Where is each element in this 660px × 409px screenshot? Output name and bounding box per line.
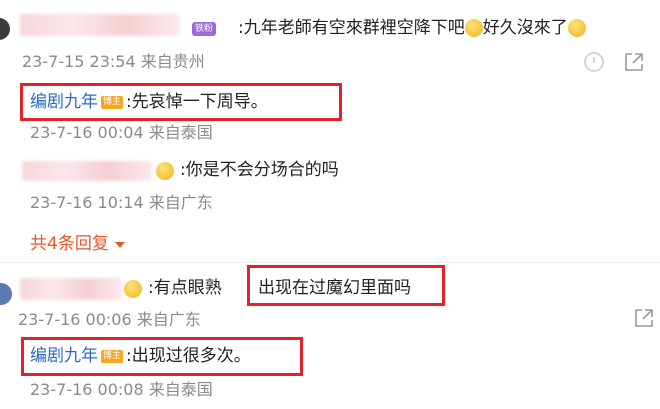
emoji-laugh-cry-icon bbox=[464, 19, 483, 37]
user-badge: 铁粉 bbox=[192, 18, 217, 37]
reply-text: :先哀悼一下周导。 bbox=[126, 92, 268, 112]
reply-author-2: 编剧九年 博主:出现过很多次。 bbox=[30, 345, 251, 367]
reply-meta: 23-7-16 00:08 来自泰国 bbox=[30, 380, 213, 399]
reply-2: :你是不会分场合的吗 bbox=[156, 159, 339, 181]
emoji-laugh-cry-icon bbox=[567, 19, 586, 37]
chevron-down-icon bbox=[114, 235, 126, 254]
fan-badge: 铁粉 bbox=[192, 21, 217, 36]
reply-text: :出现过很多次。 bbox=[126, 346, 251, 366]
comment-1: 铁粉 :九年老師有空來群裡空降下吧 好久沒來了 23-7-15 23:54 来自贵… bbox=[0, 0, 660, 80]
comment-4-text: :有点眼熟 bbox=[124, 277, 222, 299]
username-blurred[interactable] bbox=[20, 14, 180, 36]
emoji-grimace-icon bbox=[156, 161, 174, 180]
author-badge: 博主 bbox=[101, 350, 124, 363]
author-badge: 博主 bbox=[101, 96, 124, 109]
comment-text: :九年老師有空來群裡空降下吧 好久沒來了 bbox=[238, 17, 586, 39]
share-icon[interactable] bbox=[623, 51, 645, 73]
reply-meta: 23-7-16 00:04 来自泰国 bbox=[30, 123, 213, 142]
comment-meta: 23-7-15 23:54 来自贵州 bbox=[22, 52, 205, 71]
more-replies-link[interactable]: 共4条回复 bbox=[30, 229, 126, 254]
avatar[interactable] bbox=[0, 18, 10, 40]
dislike-icon[interactable] bbox=[583, 51, 605, 73]
reply-author-1: 编剧九年 博主:先哀悼一下周导。 bbox=[30, 91, 268, 113]
avatar[interactable] bbox=[0, 283, 12, 305]
comment-meta: 23-7-16 00:06 来自广东 bbox=[18, 310, 201, 329]
emoji-grimace-icon bbox=[124, 279, 142, 298]
author-name[interactable]: 编剧九年 bbox=[30, 92, 98, 112]
username-blurred[interactable] bbox=[22, 161, 152, 181]
reply-meta: 23-7-16 10:14 来自广东 bbox=[30, 193, 213, 212]
author-name[interactable]: 编剧九年 bbox=[30, 346, 98, 366]
username-blurred[interactable] bbox=[20, 278, 122, 300]
highlighted-text: 出现在过魔幻里面吗 bbox=[258, 278, 411, 298]
share-icon[interactable] bbox=[633, 307, 655, 329]
divider bbox=[0, 262, 660, 263]
